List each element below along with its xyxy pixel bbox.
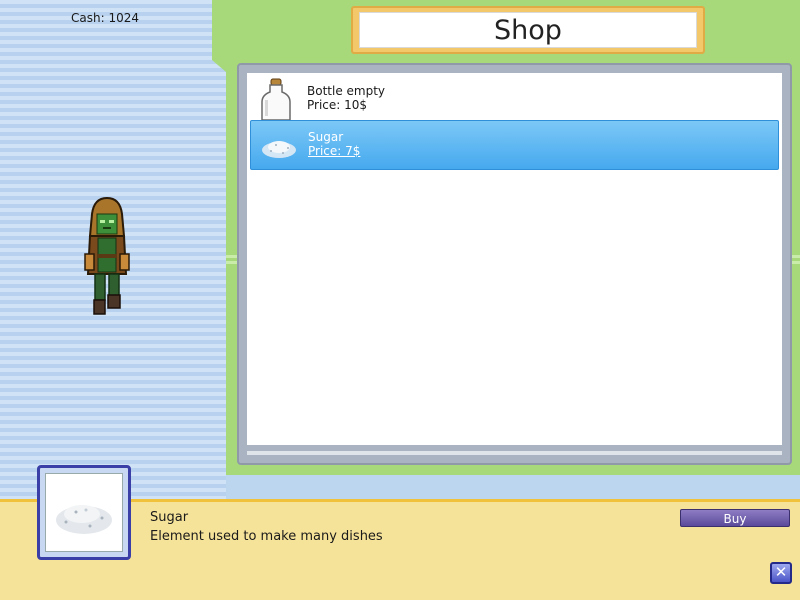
shop-item-list: Bottle empty Price: 10$ Sugar Price: 7$ bbox=[237, 63, 792, 465]
shop-item-bottle[interactable]: Bottle empty Price: 10$ bbox=[250, 75, 779, 123]
item-price: Price: 10$ bbox=[307, 98, 368, 112]
left-panel: Cash: 1024 bbox=[0, 0, 226, 500]
sugar-icon bbox=[56, 505, 112, 534]
item-preview bbox=[45, 473, 123, 552]
item-list-area: Bottle empty Price: 10$ Sugar Price: 7$ bbox=[247, 73, 782, 445]
item-name: Bottle empty bbox=[307, 84, 386, 98]
player-character bbox=[84, 196, 130, 315]
item-preview-frame bbox=[37, 465, 131, 560]
item-name: Sugar bbox=[308, 130, 344, 144]
shop-item-sugar[interactable]: Sugar Price: 7$ bbox=[250, 120, 779, 170]
shop-title-frame: Shop bbox=[351, 6, 705, 54]
selected-item-name: Sugar bbox=[150, 510, 189, 525]
item-price: Price: 7$ bbox=[308, 144, 361, 158]
bottle-icon bbox=[261, 78, 291, 121]
list-footer-bar bbox=[247, 451, 782, 455]
selected-item-description: Element used to make many dishes bbox=[150, 529, 383, 544]
close-button[interactable]: ✕ bbox=[770, 562, 792, 584]
buy-button[interactable]: Buy bbox=[680, 509, 790, 527]
sugar-icon bbox=[262, 141, 296, 158]
close-icon: ✕ bbox=[774, 563, 788, 581]
cash-display: Cash: 1024 bbox=[71, 11, 139, 25]
shop-title: Shop bbox=[359, 12, 697, 48]
